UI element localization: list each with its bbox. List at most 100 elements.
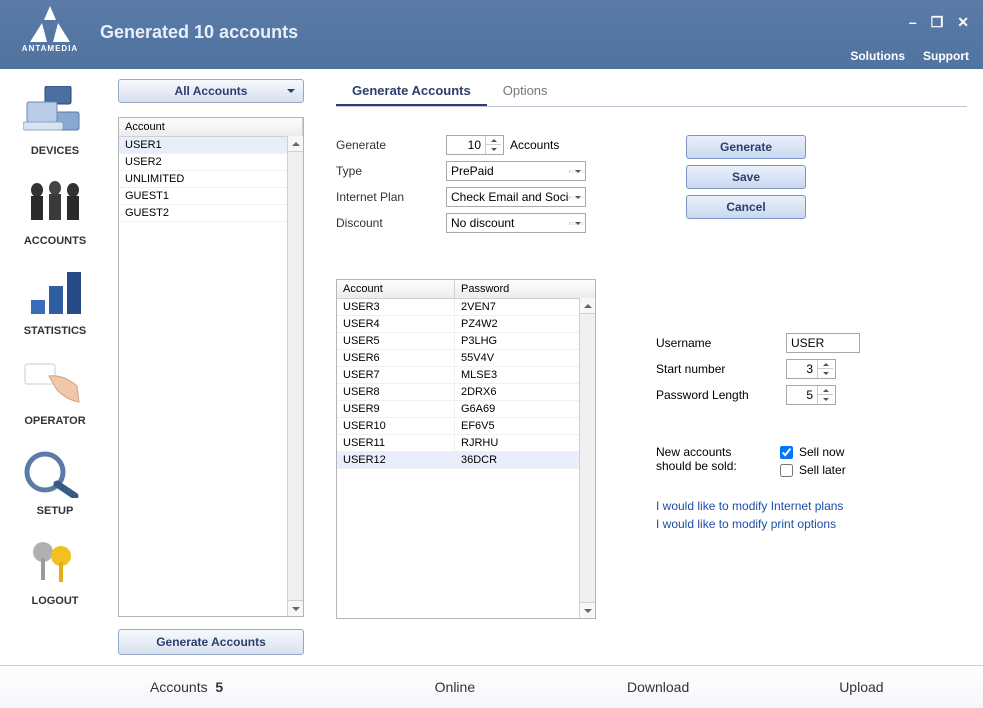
spin-down-icon[interactable]	[818, 395, 833, 404]
spin-down-icon[interactable]	[486, 145, 501, 154]
start-number-input[interactable]	[787, 360, 817, 378]
status-download[interactable]: Download	[557, 679, 760, 695]
close-button[interactable]: ✕	[957, 14, 969, 31]
sell-later-checkbox[interactable]: Sell later	[780, 463, 846, 477]
username-label: Username	[656, 336, 786, 350]
spin-down-icon[interactable]	[818, 369, 833, 378]
column-header-account: Account	[119, 118, 303, 136]
username-input[interactable]	[786, 333, 860, 353]
column-header-account[interactable]: Account	[337, 280, 455, 298]
list-item[interactable]: USER1	[119, 137, 287, 154]
brand-text: ANTAMEDIA	[22, 44, 78, 53]
window-title: Generated 10 accounts	[100, 0, 298, 43]
sell-now-input[interactable]	[780, 446, 793, 459]
generate-form: Generate Accounts Type PrePaid Internet	[336, 135, 666, 239]
sidebar-item-accounts[interactable]: ACCOUNTS	[0, 167, 110, 257]
sidebar-item-label: DEVICES	[0, 145, 110, 157]
tab-generate-accounts[interactable]: Generate Accounts	[336, 79, 487, 106]
table-row[interactable]: USER5P3LHG	[337, 333, 579, 350]
plan-label: Internet Plan	[336, 190, 446, 204]
password-length-label: Password Length	[656, 388, 786, 402]
start-number-spinner[interactable]	[786, 359, 836, 379]
save-button[interactable]: Save	[686, 165, 806, 189]
sidebar-item-statistics[interactable]: STATISTICS	[0, 257, 110, 347]
table-row[interactable]: USER82DRX6	[337, 384, 579, 401]
sidebar-item-label: ACCOUNTS	[0, 235, 110, 247]
action-buttons: Generate Save Cancel	[686, 135, 967, 219]
sell-later-input[interactable]	[780, 464, 793, 477]
maximize-button[interactable]: ❐	[931, 14, 944, 31]
discount-label: Discount	[336, 216, 446, 230]
list-item[interactable]: UNLIMITED	[119, 171, 287, 188]
table-row[interactable]: USER32VEN7	[337, 299, 579, 316]
sidebar-item-logout[interactable]: LOGOUT	[0, 527, 110, 617]
spin-up-icon[interactable]	[818, 360, 833, 369]
solutions-link[interactable]: Solutions	[850, 49, 905, 63]
account-list: Account USER1 USER2 UNLIMITED GUEST1 GUE…	[118, 117, 304, 617]
table-row[interactable]: USER1236DCR	[337, 452, 579, 469]
sidebar-item-operator[interactable]: OPERATOR	[0, 347, 110, 437]
sidebar-item-label: SETUP	[0, 505, 110, 517]
generate-count-input[interactable]	[447, 136, 485, 154]
password-length-input[interactable]	[787, 386, 817, 404]
start-number-label: Start number	[656, 362, 786, 376]
plan-combo[interactable]: Check Email and Social Net	[446, 187, 586, 207]
logout-icon	[20, 533, 90, 591]
spin-up-icon[interactable]	[818, 386, 833, 395]
statusbar: Accounts 5 Online Download Upload	[0, 666, 983, 708]
account-list-header[interactable]: Account	[119, 118, 303, 137]
chevron-down-icon	[287, 89, 295, 93]
table-row[interactable]: USER11RJRHU	[337, 435, 579, 452]
scrollbar[interactable]	[579, 298, 595, 618]
scroll-down-icon[interactable]	[288, 600, 303, 616]
devices-icon	[20, 83, 90, 141]
tab-options[interactable]: Options	[487, 79, 564, 106]
list-item[interactable]: USER2	[119, 154, 287, 171]
table-row[interactable]: USER9G6A69	[337, 401, 579, 418]
scrollbar[interactable]	[287, 136, 303, 616]
scroll-down-icon[interactable]	[580, 602, 595, 618]
modify-plans-link[interactable]: I would like to modify Internet plans	[656, 499, 967, 513]
generate-suffix: Accounts	[510, 138, 559, 152]
accounts-icon	[20, 173, 90, 231]
account-filter-dropdown[interactable]: All Accounts	[118, 79, 304, 103]
generate-button[interactable]: Generate	[686, 135, 806, 159]
generate-accounts-button[interactable]: Generate Accounts	[118, 629, 304, 655]
sidebar-item-label: STATISTICS	[0, 325, 110, 337]
sidebar-item-setup[interactable]: SETUP	[0, 437, 110, 527]
status-accounts[interactable]: Accounts 5	[20, 679, 353, 695]
table-row[interactable]: USER10EF6V5	[337, 418, 579, 435]
generate-count-spinner[interactable]	[446, 135, 504, 155]
list-item[interactable]: GUEST1	[119, 188, 287, 205]
parameters-form: Username Start number Password Length	[656, 279, 967, 619]
status-online[interactable]: Online	[353, 679, 556, 695]
type-value: PrePaid	[447, 164, 569, 178]
spin-up-icon[interactable]	[486, 136, 501, 145]
status-upload[interactable]: Upload	[760, 679, 963, 695]
sell-now-checkbox[interactable]: Sell now	[780, 445, 846, 459]
type-combo[interactable]: PrePaid	[446, 161, 586, 181]
sell-label: New accounts should be sold:	[656, 445, 766, 481]
generated-accounts-table: Account Password USER32VEN7 USER4PZ4W2 U…	[336, 279, 596, 619]
table-row[interactable]: USER4PZ4W2	[337, 316, 579, 333]
scroll-up-icon[interactable]	[580, 298, 595, 314]
password-length-spinner[interactable]	[786, 385, 836, 405]
cancel-button[interactable]: Cancel	[686, 195, 806, 219]
minimize-button[interactable]: –	[909, 14, 917, 31]
modify-print-link[interactable]: I would like to modify print options	[656, 517, 967, 531]
account-column: All Accounts Account USER1 USER2 UNLIMIT…	[110, 69, 312, 665]
type-label: Type	[336, 164, 446, 178]
table-row[interactable]: USER7MLSE3	[337, 367, 579, 384]
scroll-up-icon[interactable]	[288, 136, 303, 152]
support-link[interactable]: Support	[923, 49, 969, 63]
sidebar-item-label: LOGOUT	[0, 595, 110, 607]
sidebar: DEVICES ACCOUNTS STATISTICS	[0, 69, 110, 665]
table-row[interactable]: USER655V4V	[337, 350, 579, 367]
chevron-down-icon	[569, 196, 585, 199]
sidebar-item-devices[interactable]: DEVICES	[0, 77, 110, 167]
logo-icon	[27, 6, 73, 42]
column-header-password[interactable]: Password	[455, 280, 595, 298]
list-item[interactable]: GUEST2	[119, 205, 287, 222]
discount-combo[interactable]: No discount	[446, 213, 586, 233]
main-panel: Generate Accounts Options Generate Accou…	[312, 69, 983, 665]
